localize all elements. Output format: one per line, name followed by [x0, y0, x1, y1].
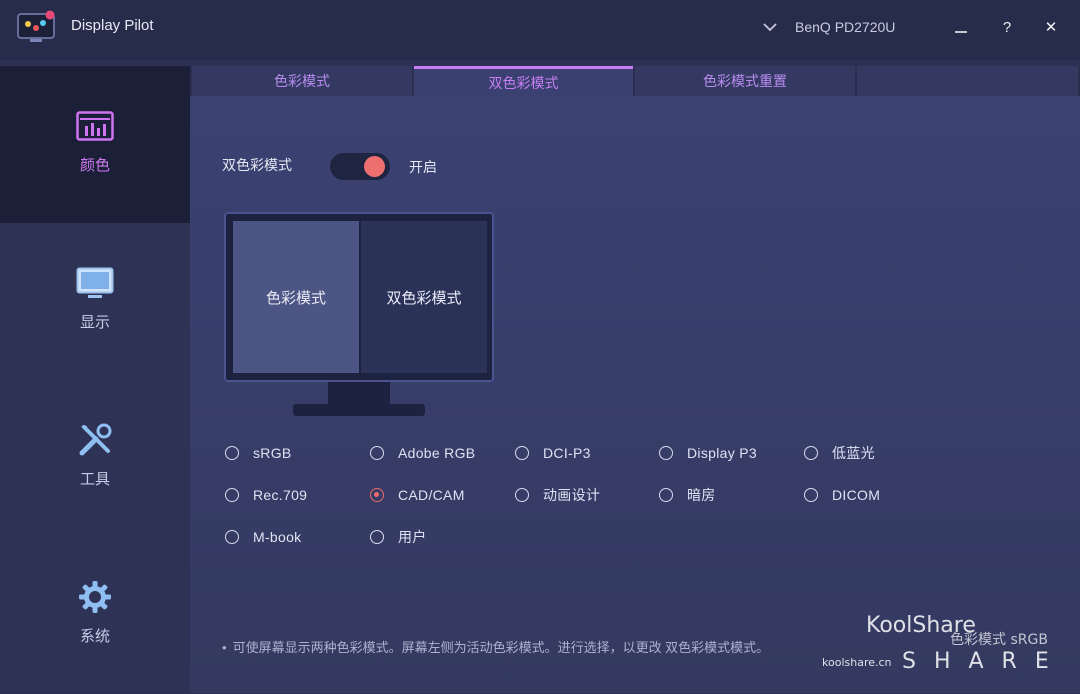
color-chart-icon — [75, 108, 115, 144]
title-bar: Display Pilot BenQ PD2720U ? ✕ — [0, 0, 1080, 60]
sidebar-item-system[interactable]: 系统 — [0, 537, 190, 694]
tab-dual-color-mode[interactable]: 双色彩模式 — [414, 66, 633, 96]
sidebar-item-color[interactable]: 颜色 — [0, 66, 190, 223]
help-button[interactable]: ? — [994, 14, 1020, 40]
option-label: Display P3 — [687, 445, 757, 461]
dual-mode-label: 双色彩模式 — [222, 157, 292, 173]
app-logo-icon — [16, 10, 58, 44]
radio-icon — [370, 446, 384, 460]
radio-icon — [804, 446, 818, 460]
radio-icon — [659, 446, 673, 460]
sidebar-item-tools[interactable]: 工具 — [0, 380, 190, 537]
option-srgb[interactable]: sRGB — [225, 443, 292, 463]
monitor-stand-base — [293, 404, 425, 416]
option-display-p3[interactable]: Display P3 — [659, 443, 757, 463]
option-label: Rec.709 — [253, 487, 308, 503]
option-rec709[interactable]: Rec.709 — [225, 485, 307, 505]
monitor-preview: 色彩模式 双色彩模式 — [224, 212, 494, 382]
radio-icon — [225, 446, 239, 460]
option-dicom[interactable]: DICOM — [804, 485, 880, 505]
sidebar-item-label: 工具 — [79, 471, 110, 488]
radio-selected-icon — [370, 488, 384, 502]
option-label: DCI-P3 — [543, 445, 591, 461]
tools-icon — [75, 422, 115, 458]
option-label: sRGB — [253, 445, 292, 461]
radio-icon — [370, 530, 384, 544]
radio-icon — [225, 530, 239, 544]
preview-right-pane: 双色彩模式 — [361, 221, 487, 373]
option-cad-cam[interactable]: CAD/CAM — [370, 485, 465, 505]
sidebar-item-label: 系统 — [79, 628, 110, 645]
option-label: DICOM — [832, 487, 881, 503]
monitor-name: BenQ PD2720U — [795, 19, 896, 35]
tab-color-mode[interactable]: 色彩模式 — [192, 66, 412, 96]
monitor-stand-neck — [328, 382, 390, 406]
radio-icon — [804, 488, 818, 502]
watermark-mode: 色彩模式 sRGB — [950, 632, 1048, 648]
option-m-book[interactable]: M-book — [225, 527, 301, 547]
option-user[interactable]: 用户 — [370, 527, 427, 547]
option-label: 暗房 — [687, 487, 716, 503]
app-title: Display Pilot — [71, 17, 154, 34]
sidebar-item-label: 颜色 — [79, 157, 110, 174]
gear-icon — [75, 579, 115, 615]
option-label: 用户 — [398, 529, 427, 545]
minimize-button[interactable] — [948, 14, 974, 40]
radio-icon — [225, 488, 239, 502]
monitor-selector[interactable]: BenQ PD2720U — [762, 16, 895, 38]
option-label: Adobe RGB — [398, 445, 476, 461]
help-note: • 可使屏幕显示两种色彩模式。屏幕左侧为活动色彩模式。进行选择，以更改 双色彩模式… — [222, 638, 812, 657]
radio-icon — [515, 446, 529, 460]
watermark: KoolShare 色彩模式 sRGB SHARE koolshare.cn — [822, 593, 1062, 683]
tab-bar: 色彩模式 双色彩模式 色彩模式重置 — [190, 66, 1080, 96]
tab-empty — [857, 66, 1078, 96]
dual-mode-toggle[interactable] — [330, 153, 390, 180]
tab-color-mode-reset[interactable]: 色彩模式重置 — [635, 66, 855, 96]
watermark-share: SHARE — [902, 649, 1067, 674]
option-label: 低蓝光 — [832, 445, 875, 461]
option-adobe-rgb[interactable]: Adobe RGB — [370, 443, 475, 463]
toggle-state-label: 开启 — [409, 159, 437, 175]
option-dci-p3[interactable]: DCI-P3 — [515, 443, 591, 463]
sidebar-item-display[interactable]: 显示 — [0, 223, 190, 380]
toggle-knob — [364, 156, 385, 177]
preview-left-pane: 色彩模式 — [233, 221, 359, 373]
main-content: 双色彩模式 开启 色彩模式 双色彩模式 sRGB Adobe RGB DCI-P… — [190, 96, 1080, 693]
display-icon — [75, 265, 115, 301]
watermark-site: koolshare.cn — [822, 656, 892, 669]
option-animation[interactable]: 动画设计 — [515, 485, 600, 505]
note-bullet: • — [222, 640, 227, 655]
note-text: 可使屏幕显示两种色彩模式。屏幕左侧为活动色彩模式。进行选择，以更改 双色彩模式模… — [232, 640, 770, 655]
sidebar: 颜色 显示 工具 系统 — [0, 66, 190, 693]
option-label: 动画设计 — [543, 487, 601, 503]
sidebar-item-label: 显示 — [79, 314, 110, 331]
radio-icon — [659, 488, 673, 502]
chevron-down-icon — [762, 19, 778, 35]
option-label: M-book — [253, 529, 302, 545]
radio-icon — [515, 488, 529, 502]
close-button[interactable]: ✕ — [1038, 14, 1064, 40]
option-darkroom[interactable]: 暗房 — [659, 485, 716, 505]
option-label: CAD/CAM — [398, 487, 465, 503]
option-low-blue-light[interactable]: 低蓝光 — [804, 443, 875, 463]
